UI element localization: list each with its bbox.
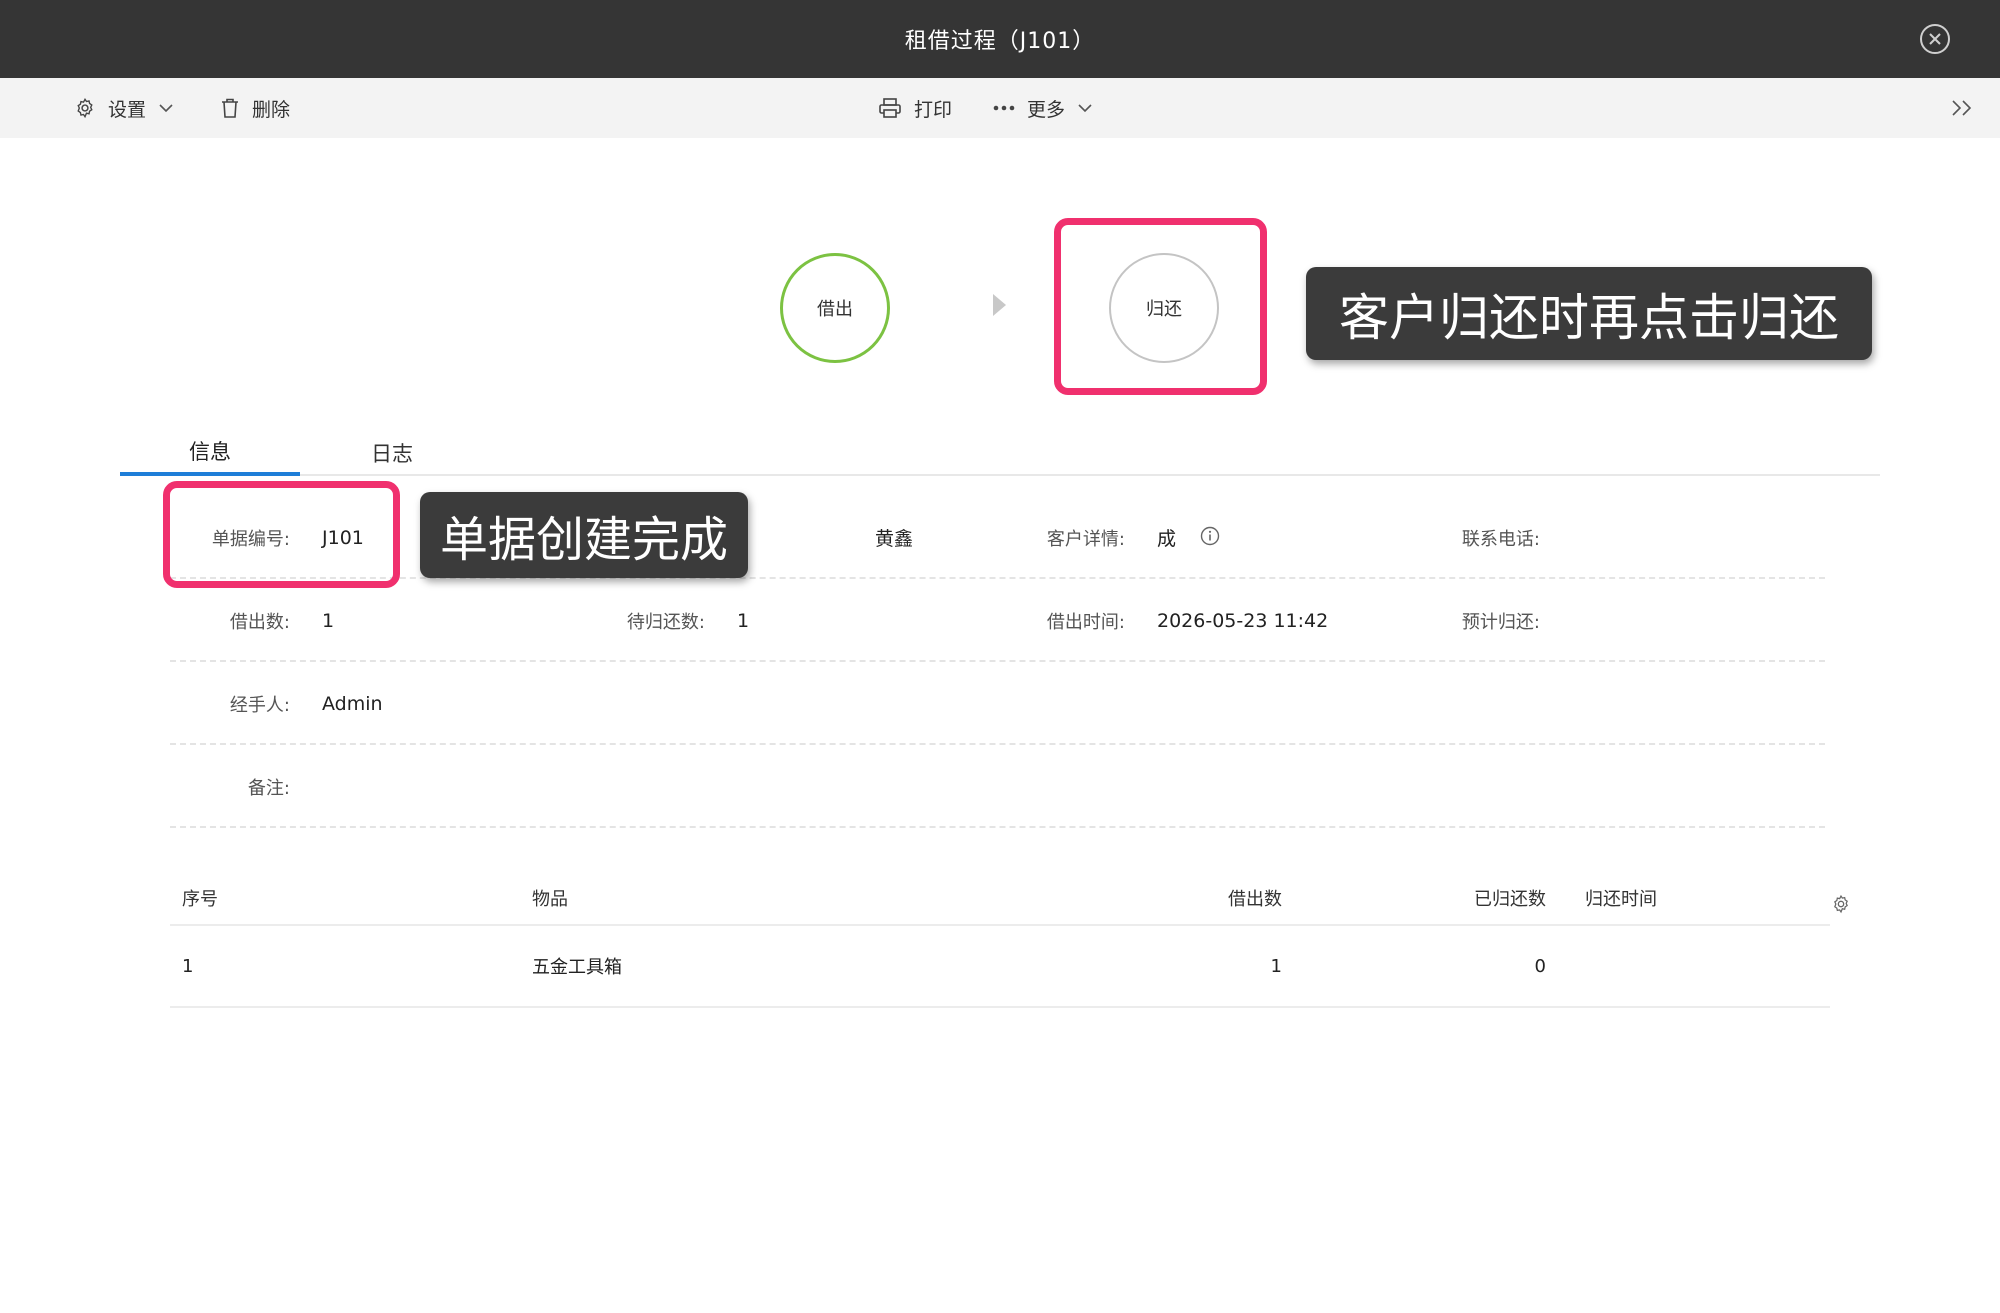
pending-return-field: 待归还数: 1 [585, 579, 749, 662]
expected-return-label: 预计归还: [1461, 611, 1540, 633]
handler-label: 经手人: [229, 694, 290, 716]
return-step-highlight [1054, 218, 1267, 395]
info-row-4: 备注: [170, 745, 1825, 828]
items-table: 序号 物品 借出数 已归还数 归还时间 1 五金工具箱 1 0 [170, 872, 1848, 1008]
expand-panel-button[interactable] [1950, 78, 1974, 138]
col-item-header: 物品 [532, 889, 568, 910]
gear-icon [74, 97, 96, 119]
chevron-down-icon [158, 100, 174, 116]
title-bar: 租借过程（J101） [0, 0, 2000, 78]
delete-button[interactable]: 删除 [220, 78, 290, 138]
col-seq-header: 序号 [182, 889, 218, 910]
toolbar: 设置 删除 打印 更多 [0, 78, 2000, 138]
phone-field: 联系电话: [1420, 496, 1572, 579]
lent-count-field: 借出数: 1 [170, 579, 334, 662]
table-row[interactable]: 1 五金工具箱 1 0 [170, 926, 1830, 1008]
customer-detail-label: 客户详情: [1046, 528, 1125, 550]
cell-lent: 1 [1270, 955, 1282, 977]
tab-log[interactable]: 日志 [302, 430, 482, 476]
expected-return-field: 预计归还: [1420, 579, 1572, 662]
info-row-1: 单据编号: J101 黄鑫 客户详情: 成 联系电话: [170, 496, 1825, 579]
customer-detail-value: 成 [1157, 528, 1177, 550]
doc-no-highlight [163, 481, 400, 588]
table-header: 序号 物品 借出数 已归还数 归还时间 [170, 872, 1848, 926]
lent-count-value: 1 [322, 609, 335, 632]
step-lend-label: 借出 [817, 299, 853, 320]
handler-field: 经手人: Admin [170, 662, 383, 745]
printer-icon [878, 97, 902, 119]
lent-time-field: 借出时间: 2026-05-23 11:42 [1005, 579, 1328, 662]
more-label: 更多 [1027, 98, 1066, 121]
cell-seq: 1 [182, 955, 194, 977]
detail-tabs: 信息 日志 [120, 430, 1880, 476]
window-title: 租借过程（J101） [904, 29, 1096, 54]
customer-value-fragment: 黄鑫 [875, 528, 914, 550]
tab-info-label: 信息 [189, 440, 231, 464]
pending-return-label: 待归还数: [626, 611, 705, 633]
print-button[interactable]: 打印 [878, 78, 952, 138]
cell-returned: 0 [1534, 955, 1546, 977]
more-button[interactable]: 更多 [993, 78, 1093, 138]
created-tip-callout: 单据创建完成 [420, 492, 748, 578]
cell-item: 五金工具箱 [532, 957, 622, 978]
customer-field: 黄鑫 [725, 496, 913, 579]
info-row-3: 经手人: Admin [170, 662, 1825, 745]
col-returned-header: 已归还数 [1474, 889, 1546, 910]
pending-return-value: 1 [737, 609, 750, 632]
step-arrow-icon [993, 294, 1006, 316]
phone-label: 联系电话: [1461, 528, 1540, 550]
remark-label: 备注: [247, 777, 290, 799]
customer-detail-field: 客户详情: 成 [1005, 496, 1220, 579]
lent-count-label: 借出数: [229, 611, 290, 633]
step-lend[interactable]: 借出 [780, 253, 890, 363]
return-tip-callout: 客户归还时再点击归还 [1306, 267, 1872, 360]
print-label: 打印 [914, 98, 953, 121]
col-return-time-header: 归还时间 [1585, 889, 1657, 910]
info-icon[interactable] [1200, 526, 1220, 550]
chevron-down-icon [1077, 100, 1093, 116]
lent-time-label: 借出时间: [1046, 611, 1125, 633]
col-lent-header: 借出数 [1228, 889, 1282, 910]
double-chevron-right-icon [1950, 98, 1974, 118]
lent-time-value: 2026-05-23 11:42 [1157, 609, 1329, 632]
settings-button[interactable]: 设置 [74, 78, 174, 138]
info-row-2: 借出数: 1 待归还数: 1 借出时间: 2026-05-23 11:42 预计… [170, 579, 1825, 662]
column-settings-gear-icon[interactable] [1831, 878, 1851, 930]
tab-info[interactable]: 信息 [120, 430, 300, 476]
handler-value: Admin [322, 692, 383, 715]
settings-label: 设置 [108, 98, 147, 121]
tab-log-label: 日志 [371, 442, 413, 466]
trash-icon [220, 97, 240, 119]
close-icon[interactable] [1920, 24, 1950, 54]
ellipsis-icon [993, 104, 1015, 112]
delete-label: 删除 [252, 98, 291, 121]
remark-field: 备注: [170, 745, 322, 828]
